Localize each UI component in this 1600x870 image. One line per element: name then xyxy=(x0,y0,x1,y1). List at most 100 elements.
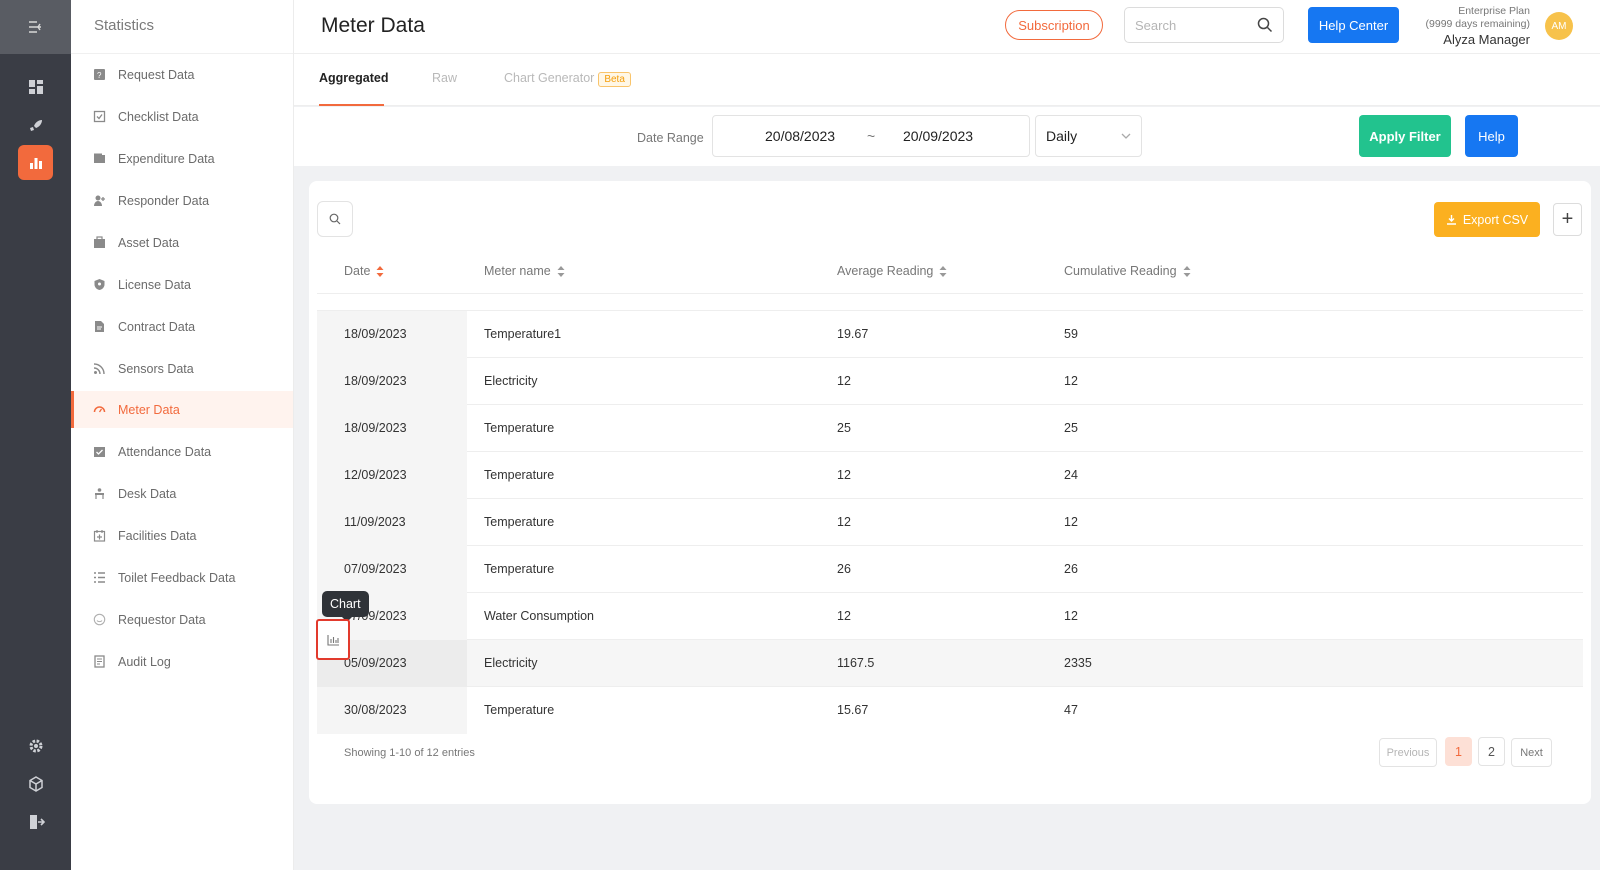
column-header-meter-name[interactable]: Meter name xyxy=(484,264,565,278)
apply-filter-button[interactable]: Apply Filter xyxy=(1359,115,1451,157)
smile-icon xyxy=(93,613,106,626)
sort-icon[interactable] xyxy=(557,265,565,277)
column-label: Date xyxy=(344,264,371,278)
sidebar-item-toilet-feedback-data[interactable]: Toilet Feedback Data xyxy=(71,559,293,596)
log-icon xyxy=(93,655,106,668)
dashboard-icon xyxy=(28,79,43,94)
bar-chart-icon xyxy=(326,634,339,646)
cell-date: 12/09/2023 xyxy=(344,468,407,482)
sidebar-item-checklist-data[interactable]: Checklist Data xyxy=(71,98,293,135)
column-header-cumulative-reading[interactable]: Cumulative Reading xyxy=(1064,264,1191,278)
export-csv-label: Export CSV xyxy=(1462,212,1529,227)
cell-meter-name: Temperature xyxy=(484,421,555,435)
cell-average-reading: 19.67 xyxy=(837,327,869,341)
start-date[interactable]: 20/08/2023 xyxy=(765,128,835,144)
contract-icon xyxy=(93,320,106,333)
calendar-icon xyxy=(93,529,106,542)
request-icon: ? xyxy=(93,68,106,81)
shield-icon xyxy=(93,278,106,291)
sidebar-item-audit-log[interactable]: Audit Log xyxy=(71,643,293,680)
top-header: Meter Data Subscription Help Center Ente… xyxy=(294,0,1600,54)
filter-bar: Date Range 20/08/2023 ~ 20/09/2023 Daily… xyxy=(294,107,1600,166)
search-input[interactable] xyxy=(1125,8,1245,42)
cell-average-reading: 12 xyxy=(837,515,851,529)
sidebar-item-responder-data[interactable]: Responder Data xyxy=(71,182,293,219)
column-header-date[interactable]: Date xyxy=(344,264,384,278)
cell-meter-name: Temperature1 xyxy=(484,327,562,341)
sidebar-item-label: Facilities Data xyxy=(118,528,197,543)
pagination-next[interactable]: Next xyxy=(1511,738,1552,767)
cell-date: 18/09/2023 xyxy=(344,374,407,388)
cell-date: 18/09/2023 xyxy=(344,421,407,435)
sidebar-item-label: Requestor Data xyxy=(118,612,206,627)
sidebar-item-requestor-data[interactable]: Requestor Data xyxy=(71,601,293,638)
date-range-picker[interactable]: 20/08/2023 ~ 20/09/2023 xyxy=(712,115,1030,157)
sidebar-item-license-data[interactable]: License Data xyxy=(71,266,293,303)
help-button[interactable]: Help xyxy=(1465,115,1518,157)
sidebar-item-desk-data[interactable]: Desk Data xyxy=(71,475,293,512)
launch-nav[interactable] xyxy=(18,108,53,143)
date-range-label: Date Range xyxy=(637,131,704,145)
sidebar-item-facilities-data[interactable]: Facilities Data xyxy=(71,517,293,554)
tab-chart-generator[interactable]: Chart Generator Beta xyxy=(504,71,631,87)
column-header-average-reading[interactable]: Average Reading xyxy=(837,264,947,278)
chart-tooltip: Chart xyxy=(322,591,369,622)
sidebar-item-attendance-data[interactable]: Attendance Data xyxy=(71,433,293,470)
avatar[interactable]: AM xyxy=(1545,12,1573,40)
sidebar-item-label: Expenditure Data xyxy=(118,151,215,166)
tab-raw[interactable]: Raw xyxy=(432,71,457,85)
plan-name: Enterprise Plan xyxy=(1458,5,1530,17)
subscription-button[interactable]: Subscription xyxy=(1005,10,1103,40)
sidebar-item-label: Meter Data xyxy=(118,402,180,417)
pagination-page-2[interactable]: 2 xyxy=(1478,737,1505,766)
cell-cumulative-reading: 12 xyxy=(1064,515,1078,529)
cell-average-reading: 12 xyxy=(837,468,851,482)
add-button[interactable]: + xyxy=(1553,203,1582,236)
logout-icon xyxy=(29,814,45,829)
export-csv-button[interactable]: Export CSV xyxy=(1434,202,1540,237)
sort-icon[interactable] xyxy=(1183,265,1191,277)
pagination-previous[interactable]: Previous xyxy=(1379,738,1437,767)
rocket-icon xyxy=(29,119,42,131)
sidebar-item-label: Sensors Data xyxy=(118,361,194,376)
table-row-hovered[interactable]: 05/09/2023 Electricity 1167.5 2335 xyxy=(317,640,1583,687)
settings-nav[interactable] xyxy=(18,728,53,763)
sidebar-item-expenditure-data[interactable]: Expenditure Data xyxy=(71,140,293,177)
sidebar-item-contract-data[interactable]: Contract Data xyxy=(71,308,293,345)
cell-date: 07/09/2023 xyxy=(344,562,407,576)
cell-meter-name: Temperature xyxy=(484,703,555,717)
sidebar-item-meter-data[interactable]: Meter Data xyxy=(71,391,293,428)
date-separator: ~ xyxy=(867,128,876,144)
sidebar-item-asset-data[interactable]: Asset Data xyxy=(71,224,293,261)
logout-nav[interactable] xyxy=(18,804,53,839)
chart-button[interactable] xyxy=(316,619,350,660)
menu-toggle[interactable] xyxy=(0,0,71,54)
end-date[interactable]: 20/09/2023 xyxy=(903,128,973,144)
table-row: 30/08/2023 Temperature 15.67 47 xyxy=(317,687,1583,734)
search-icon[interactable] xyxy=(1257,17,1273,33)
cell-cumulative-reading: 24 xyxy=(1064,468,1078,482)
cell-average-reading: 26 xyxy=(837,562,851,576)
sort-icon[interactable] xyxy=(939,265,947,277)
sort-icon[interactable] xyxy=(376,265,384,277)
modules-nav[interactable] xyxy=(18,766,53,801)
sidebar-item-request-data[interactable]: ? Request Data xyxy=(71,56,293,93)
search-box xyxy=(1124,7,1284,43)
user-name[interactable]: Alyza Manager xyxy=(1426,33,1530,46)
sidebar-item-label: Checklist Data xyxy=(118,109,199,124)
statistics-nav[interactable] xyxy=(18,145,53,180)
help-center-button[interactable]: Help Center xyxy=(1308,7,1399,43)
cell-cumulative-reading: 59 xyxy=(1064,327,1078,341)
search-icon xyxy=(329,213,341,225)
gear-icon xyxy=(29,739,42,752)
period-select[interactable]: Daily xyxy=(1035,115,1142,157)
pagination-page-1[interactable]: 1 xyxy=(1445,737,1472,766)
tab-aggregated[interactable]: Aggregated xyxy=(319,71,388,85)
cell-cumulative-reading: 47 xyxy=(1064,703,1078,717)
sidebar-item-sensors-data[interactable]: Sensors Data xyxy=(71,350,293,387)
data-card: Export CSV + Date Meter name Average Rea… xyxy=(309,181,1591,804)
table-search-button[interactable] xyxy=(317,201,353,237)
dashboard-nav[interactable] xyxy=(18,69,53,104)
column-label: Cumulative Reading xyxy=(1064,264,1177,278)
table-row: 12/09/2023 Temperature 12 24 xyxy=(317,452,1583,499)
